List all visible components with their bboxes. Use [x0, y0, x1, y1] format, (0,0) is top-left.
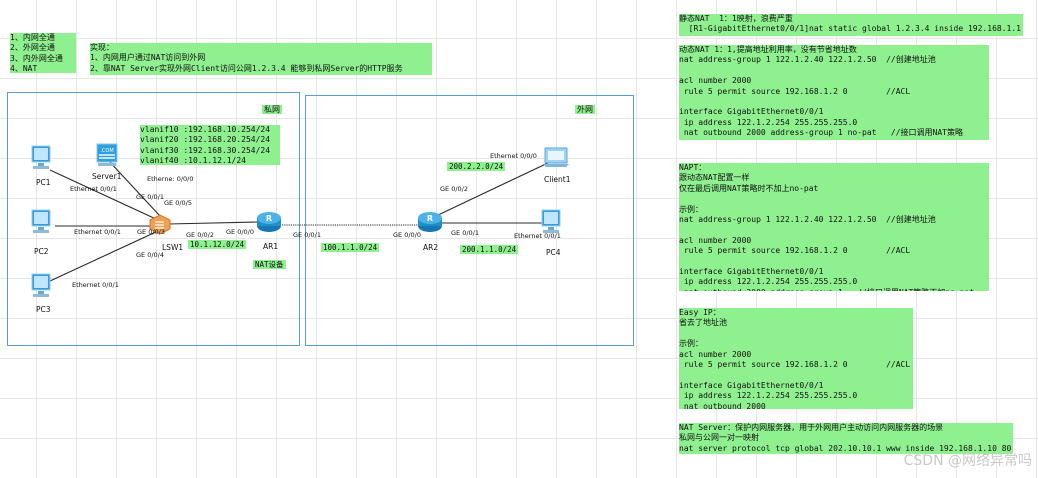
lsw1-ge001-label: GE 0/0/1: [136, 193, 164, 201]
subnet-ar2-client1: 200.2.2.0/24: [447, 162, 506, 171]
pc2-label: PC2: [34, 247, 49, 256]
pc4-label: PC4: [546, 248, 561, 257]
pc4-port-label: Ethernet 0/0/1: [514, 232, 561, 240]
lsw1-ge003-label: GE 0/0/3: [137, 228, 165, 236]
router-icon: R: [257, 212, 281, 232]
svg-text:.COM: .COM: [100, 148, 113, 154]
svg-text:R: R: [266, 214, 272, 223]
pc1-port-label: Ethernet 0/0/1: [70, 185, 117, 193]
subnet-ar1-ar2: 100.1.1.0/24: [321, 243, 380, 252]
lsw1-ge002-label: GE 0/0/2: [186, 231, 214, 239]
client1-device[interactable]: [542, 145, 570, 169]
pc2-port-label: Ethernet 0/0/1: [74, 228, 121, 236]
pc-icon: [31, 145, 51, 169]
client-icon: [543, 147, 569, 167]
ar2-ge001-label: GE 0/0/1: [451, 229, 479, 237]
pc2-device[interactable]: [28, 208, 56, 236]
pc3-port-label: Ethernet 0/0/1: [72, 281, 119, 289]
watermark: CSDN @网络异常吗: [903, 453, 1032, 469]
server1-label: Server1: [92, 172, 122, 181]
ar1-device[interactable]: R: [255, 209, 283, 235]
subnet-lsw1-ar1: 10.1.12.0/24: [188, 240, 247, 249]
pc3-label: PC3: [36, 305, 51, 314]
ar1-ge000-label: GE 0/0/0: [226, 228, 254, 236]
lsw1-ge004-label: GE 0/0/4: [136, 251, 164, 259]
ar2-ge002-label: GE 0/0/2: [440, 185, 468, 193]
pc-icon: [31, 273, 51, 297]
pc-icon: [31, 209, 51, 233]
subnet-ar2-pc4: 200.1.1.0/24: [460, 245, 519, 254]
pc3-device[interactable]: [28, 272, 56, 300]
ar2-ge000-label: GE 0/0/0: [393, 231, 421, 239]
lsw1-ge005-label: GE 0/0/5: [164, 199, 192, 207]
pc1-device[interactable]: [28, 144, 56, 172]
ar1-label: AR1: [263, 242, 279, 251]
link-lsw1-ar1: [167, 221, 261, 225]
svg-text:R: R: [427, 214, 433, 223]
client1-label: Client1: [544, 175, 571, 184]
ar1-ge001-label: GE 0/0/1: [293, 231, 321, 239]
server1-device[interactable]: .COM: [94, 142, 120, 168]
server-icon: .COM: [96, 143, 118, 166]
client1-port-label: Ethernet 0/0/0: [490, 152, 537, 160]
ar2-label: AR2: [423, 243, 439, 252]
nat-device-label: NAT设备: [253, 260, 286, 269]
server1-port-label: Etherne: 0/0/0: [147, 175, 194, 183]
lsw1-label: LSW1: [162, 243, 184, 252]
pc1-label: PC1: [36, 178, 51, 187]
